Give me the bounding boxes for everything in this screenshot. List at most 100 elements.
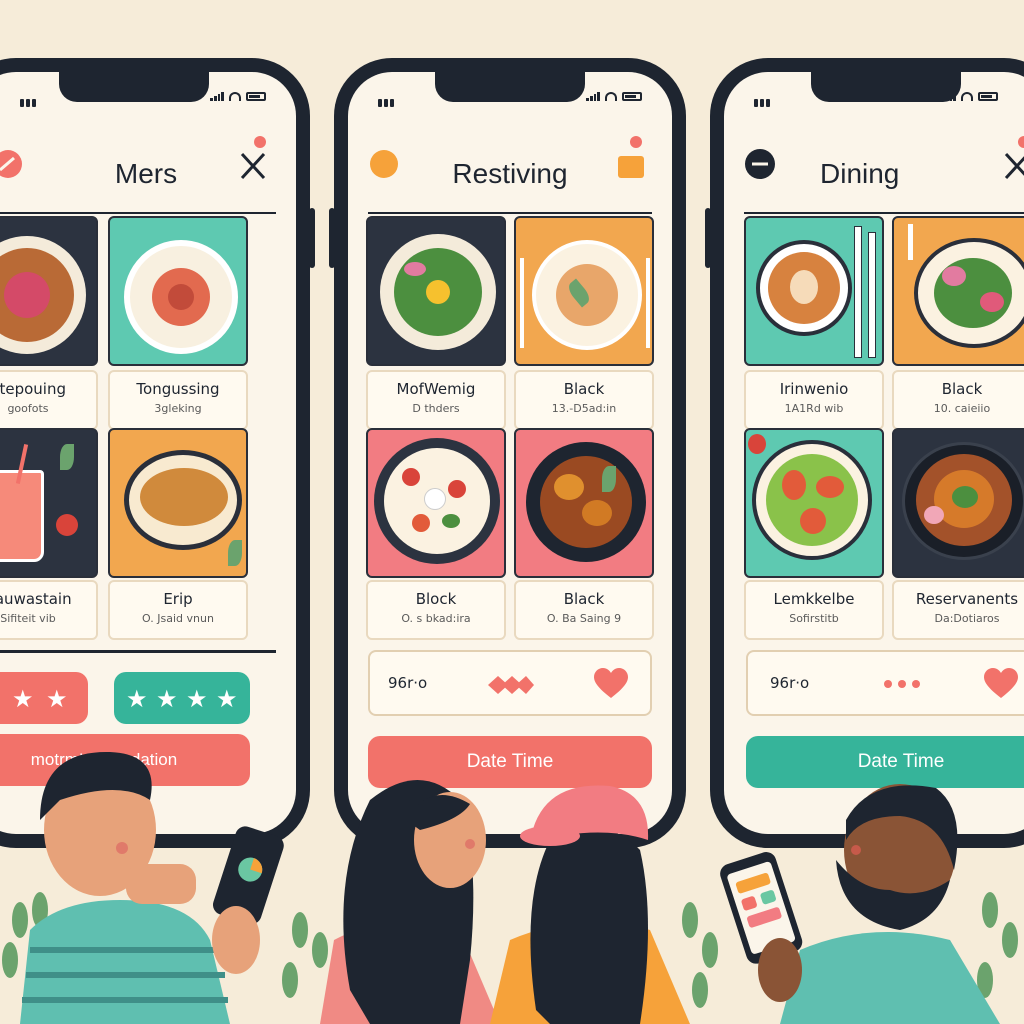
phone-dining: Dining Irinwenio 1A1Rd wib Black 10. cai… [705,58,1024,848]
status-time [754,92,776,107]
food-card-detail: O. Jsaid vnun [142,612,214,625]
food-card-label[interactable]: Black 10. caieiio [892,370,1024,430]
food-card-image[interactable] [0,216,98,366]
signal-icon [210,92,224,101]
food-card-label[interactable]: Stepouing goofots [0,370,98,430]
food-card-image[interactable] [892,216,1024,366]
info-value: 96r·o [388,674,428,692]
knife-icon [854,226,862,358]
food-card-label[interactable]: Block O. s bkad:ira [366,580,506,640]
phone-mers: Mers Stepouing goofots Tongussing 3gleki… [0,58,315,848]
ham-slice [980,292,1004,312]
food-card-name: Black [563,590,605,608]
food-card-label[interactable]: Black 13.-D5ad:in [514,370,654,430]
latte-art [790,270,818,304]
svg-text:★: ★ [186,686,208,713]
food-card-label[interactable]: Lemkkelbe Sofirstitb [744,580,884,640]
status-time [20,92,42,107]
battery-icon [978,92,998,101]
food-card-label[interactable]: MofWemig D thders [366,370,506,430]
food-card-label[interactable]: Irinwenio 1A1Rd wib [744,370,884,430]
salad-bowl-garnish [4,272,50,318]
leaf-decoration [60,444,74,470]
signal-icon [586,92,600,101]
food-card-name: Lemkkelbe [773,590,855,608]
heart-icon[interactable] [594,668,628,700]
food-card-label[interactable]: Reservanents Da:Dotiaros [892,580,1024,640]
star-rating-icons: ★ ★ ★ ★ [126,686,238,713]
leaf-decoration [228,540,242,566]
egg-yolk [426,280,450,304]
food-card-image[interactable] [892,428,1024,578]
food-card-name: MofWemig [396,380,476,398]
food-card-label[interactable]: Erip O. Jsaid vnun [108,580,248,640]
reservation-info-box[interactable]: 96r·o [746,650,1024,716]
rating-pill-coral[interactable]: ★ ★ ★ [0,672,88,724]
fork-icon [868,232,876,358]
herb-garnish [952,486,978,508]
food-card-name: Erip [163,590,193,608]
status-bar-icons [942,92,998,101]
leaf-decoration [602,466,616,492]
minus-icon[interactable] [742,144,782,184]
food-card-image[interactable] [108,428,248,578]
food-card-name: Tongussing [136,380,220,398]
food-card-image[interactable] [366,216,506,366]
close-icon[interactable] [234,134,274,184]
phone-restiving: Restiving MofWemig D thders Black 13.-D5… [329,58,686,848]
rating-pill-teal[interactable]: ★ ★ ★ ★ [114,672,250,724]
food-card-name: Black [941,380,983,398]
phone-notch [435,72,585,102]
mozzarella [424,488,446,510]
status-time [378,92,400,107]
svg-text:★: ★ [46,686,68,713]
phone-screen: Dining Irinwenio 1A1Rd wib Black 10. cai… [724,72,1024,834]
title-divider [744,212,1024,214]
food-card-detail: 3gleking [154,402,202,415]
stew-potato [554,474,584,500]
phone-side-button [329,208,335,268]
fork-icon [908,224,913,260]
stew [540,456,632,548]
close-icon[interactable] [998,134,1024,184]
phone-side-button [309,208,315,268]
food-card-name: Reservanents [915,590,1019,608]
basil [442,514,460,528]
info-value: 96r·o [770,674,810,692]
food-card-image[interactable] [744,216,884,366]
signal-icon [942,92,956,101]
reservation-info-box[interactable]: 96r·o [368,650,652,716]
food-card-image[interactable] [108,216,248,366]
food-card-label[interactable]: Black O. Ba Saing 9 [514,580,654,640]
dots-icon [884,680,920,688]
tomato [748,434,766,454]
wifi-icon [961,92,973,101]
tomato [412,514,430,532]
food-card-label[interactable]: Cauwastain Sifiteit vib [0,580,98,640]
food-card-detail: O. Ba Saing 9 [546,612,622,625]
food-card-image[interactable] [366,428,506,578]
food-card-label[interactable]: Tongussing 3gleking [108,370,248,430]
svg-text:★: ★ [126,686,148,713]
status-bar-icons [586,92,642,101]
svg-text:★: ★ [156,686,178,713]
food-card-image[interactable] [514,216,654,366]
tomato [56,514,78,536]
food-card-image[interactable] [0,428,98,578]
food-card-image[interactable] [514,428,654,578]
food-card-detail: O. s bkad:ira [401,612,471,625]
title-divider [0,212,276,214]
food-card-name: Stepouing [0,380,67,398]
food-card-image[interactable] [744,428,884,578]
title-divider [368,212,652,214]
person-with-cap [490,785,690,1024]
radish [924,506,944,524]
status-bar-icons [210,92,266,101]
bag-icon[interactable] [610,134,650,184]
food-card-detail: Sifiteit vib [0,612,56,625]
fork-icon [646,258,650,348]
phone-side-button [705,208,711,268]
wifi-icon [229,92,241,101]
tomato-slice [782,470,806,500]
heart-icon[interactable] [984,668,1018,700]
